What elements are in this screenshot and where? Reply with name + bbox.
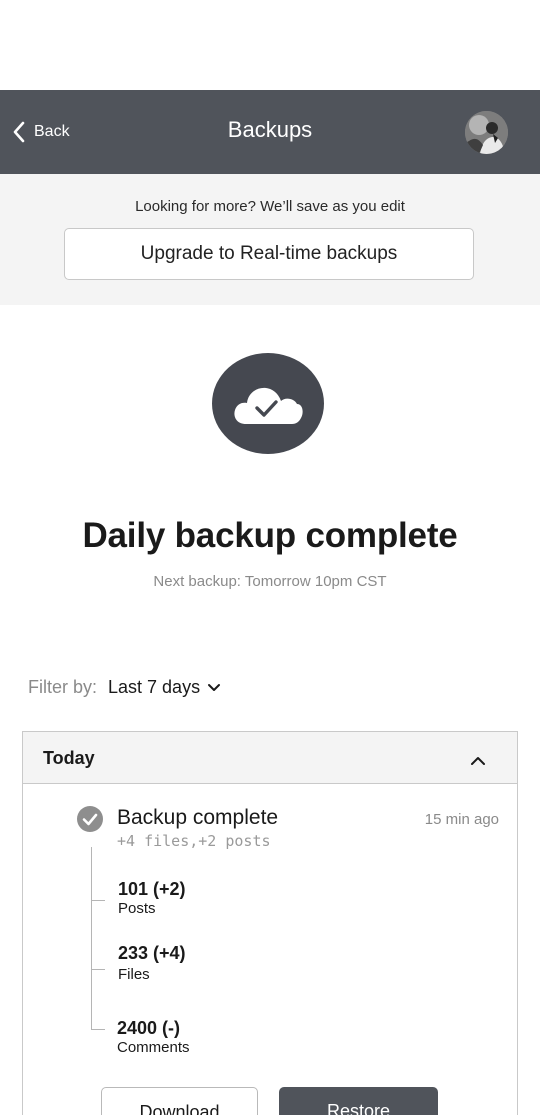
user-avatar-icon xyxy=(465,111,508,154)
backup-group-panel: Today Backup complete 15 min ago +4 file… xyxy=(22,731,518,1115)
stat-posts: 101 (+2) Posts xyxy=(118,878,186,918)
chevron-down-icon xyxy=(208,683,221,691)
cloud-check-icon xyxy=(212,353,324,454)
restore-button[interactable]: Restore xyxy=(279,1087,438,1115)
backup-group-header[interactable]: Today xyxy=(23,732,517,784)
stat-posts-value: 101 (+2) xyxy=(118,879,186,899)
stat-posts-label: Posts xyxy=(118,900,156,917)
backup-entry-time: 15 min ago xyxy=(424,811,499,828)
stat-comments-value: 2400 (-) xyxy=(117,1018,181,1038)
upgrade-button[interactable]: Upgrade to Real-time backups xyxy=(64,228,474,280)
upgrade-banner-text: Looking for more? We’ll save as you edit xyxy=(135,198,405,215)
tree-connector-tick xyxy=(91,900,105,901)
next-backup-text: Next backup: Tomorrow 10pm CST xyxy=(153,573,387,590)
tree-connector-tick xyxy=(91,969,105,970)
tree-connector xyxy=(91,847,92,1029)
backup-entry-title: Backup complete xyxy=(117,806,279,829)
chevron-up-icon[interactable] xyxy=(468,753,488,769)
filter-row: Filter by: Last 7 days xyxy=(28,677,221,698)
upgrade-banner: Looking for more? We’ll save as you edit… xyxy=(0,174,540,305)
filter-label: Filter by: xyxy=(28,677,98,697)
filter-selected-value: Last 7 days xyxy=(108,677,201,697)
avatar[interactable] xyxy=(465,111,508,154)
backup-status-heading: Daily backup complete xyxy=(82,516,458,555)
check-circle-icon xyxy=(77,806,103,832)
backup-group-title: Today xyxy=(43,748,95,768)
filter-dropdown[interactable]: Last 7 days xyxy=(108,677,221,698)
stat-comments: 2400 (-) Comments xyxy=(117,1017,190,1057)
stat-files-value: 233 (+4) xyxy=(118,943,186,963)
stat-files-label: Files xyxy=(118,966,150,983)
page-title: Backups xyxy=(227,117,313,142)
stat-files: 233 (+4) Files xyxy=(118,942,186,984)
top-bar: Back Backups xyxy=(0,90,540,174)
tree-connector-tick xyxy=(91,1029,105,1030)
backup-entry-summary: +4 files,+2 posts xyxy=(117,832,271,850)
download-button[interactable]: Download xyxy=(101,1087,258,1115)
stat-comments-label: Comments xyxy=(117,1039,190,1056)
